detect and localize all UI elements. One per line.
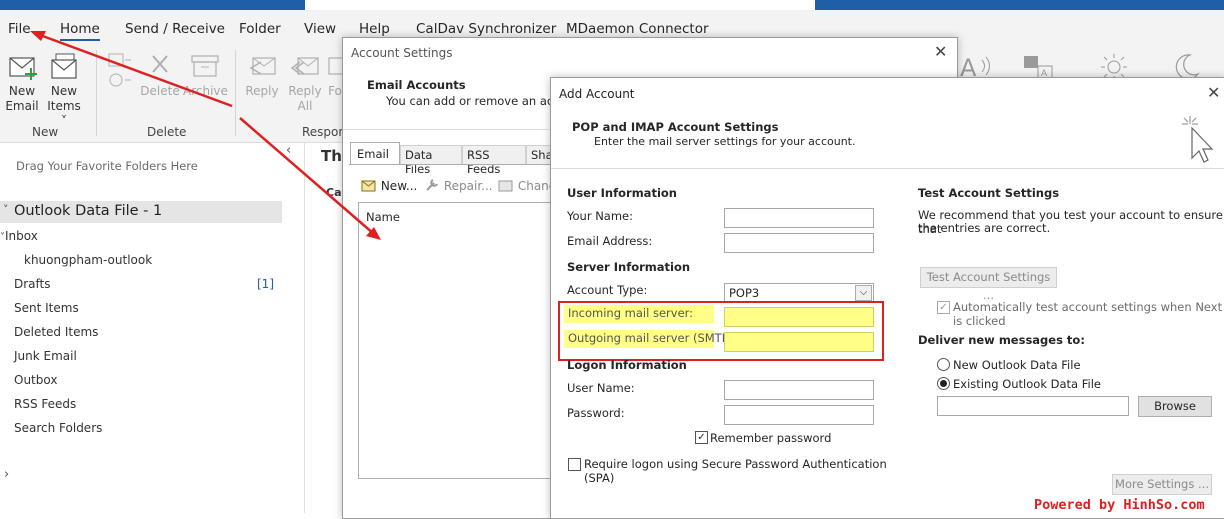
- watermark: Powered by HinhSo.com: [1034, 497, 1205, 513]
- arrow-line: [239, 117, 375, 235]
- arrow-line: [39, 33, 233, 108]
- annotation-arrows: [30, 31, 381, 240]
